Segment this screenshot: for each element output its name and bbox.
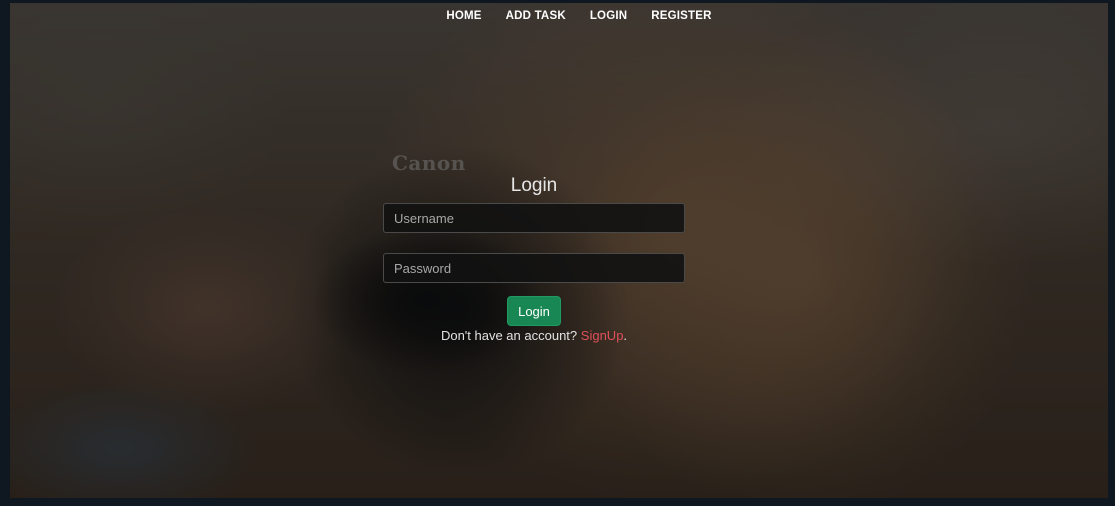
top-nav: HOME ADD TASK LOGIN REGISTER: [10, 10, 1108, 22]
signup-suffix: .: [623, 328, 628, 343]
nav-add-task[interactable]: ADD TASK: [506, 10, 566, 22]
signup-prompt-line: Don't have an account? SignUp.: [441, 328, 627, 343]
signup-prompt-text: Don't have an account?: [440, 328, 578, 343]
login-button[interactable]: Login: [507, 296, 561, 326]
username-input[interactable]: [383, 203, 685, 233]
login-form: Login Login Don't have an account? SignU…: [383, 175, 685, 343]
signup-link[interactable]: SignUp: [581, 328, 624, 343]
page-frame: Canon HOME ADD TASK LOGIN REGISTER Login…: [10, 3, 1108, 498]
nav-home[interactable]: HOME: [446, 10, 481, 22]
nav-register[interactable]: REGISTER: [651, 10, 711, 22]
login-title: Login: [510, 175, 558, 196]
password-input[interactable]: [383, 253, 685, 283]
nav-login[interactable]: LOGIN: [590, 10, 627, 22]
